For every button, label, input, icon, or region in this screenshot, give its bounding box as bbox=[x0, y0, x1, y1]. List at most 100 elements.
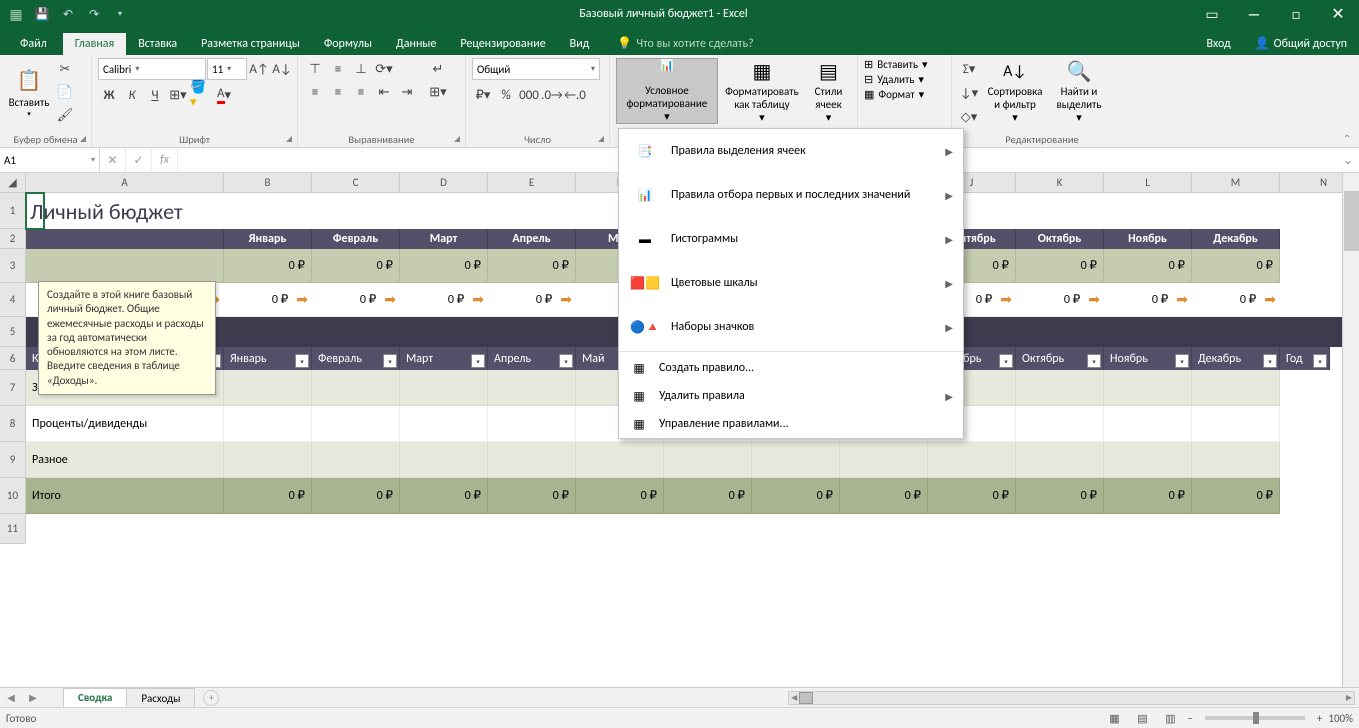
zoom-level[interactable]: 100% bbox=[1328, 712, 1353, 725]
conditional-formatting-button[interactable]: 📊 Условное форматирование▾ bbox=[616, 58, 718, 124]
tab-formulas[interactable]: Формулы bbox=[312, 33, 384, 55]
column-header[interactable]: E bbox=[488, 173, 576, 193]
zoom-out-button[interactable]: − bbox=[1187, 712, 1192, 725]
wrap-text-button[interactable]: ↵ bbox=[424, 58, 452, 80]
font-launcher[interactable]: ◢ bbox=[283, 134, 295, 146]
filter-button[interactable]: ▾ bbox=[295, 354, 309, 368]
comma-button[interactable]: 000 bbox=[518, 84, 540, 106]
paste-button[interactable]: 📋 Вставить ▾ bbox=[6, 58, 52, 124]
tell-me-search[interactable]: 💡 Что вы хотите сделать? bbox=[617, 36, 753, 55]
sign-in-link[interactable]: Вход bbox=[1194, 33, 1242, 55]
font-color-button[interactable]: A▾ bbox=[213, 84, 235, 106]
redo-button[interactable]: ↷ bbox=[82, 2, 106, 26]
horizontal-scrollbar[interactable]: ◀ ▶ bbox=[788, 691, 1355, 705]
autosum-button[interactable]: Σ▾ bbox=[958, 58, 980, 80]
sheet-tab-summary[interactable]: Сводка bbox=[63, 688, 127, 708]
align-top-button[interactable]: ⊤ bbox=[304, 58, 326, 80]
fill-color-button[interactable]: 🪣▾ bbox=[190, 84, 212, 106]
ribbon-display-options[interactable]: ▭ bbox=[1195, 0, 1229, 28]
italic-button[interactable]: К bbox=[121, 84, 143, 106]
minimize-button[interactable]: — bbox=[1237, 0, 1271, 28]
clipboard-launcher[interactable]: ◢ bbox=[77, 134, 89, 146]
increase-decimal-button[interactable]: .0→ bbox=[541, 84, 563, 106]
collapse-ribbon-button[interactable]: ⌃ bbox=[1339, 131, 1355, 145]
fill-button[interactable]: ↓▾ bbox=[958, 82, 980, 104]
filter-button[interactable]: ▾ bbox=[383, 354, 397, 368]
format-as-table-button[interactable]: ▦ Форматировать как таблицу▾ bbox=[720, 58, 804, 124]
save-button[interactable]: 💾 bbox=[30, 2, 54, 26]
filter-button[interactable]: ▾ bbox=[1087, 354, 1101, 368]
category-cell[interactable]: Проценты/дивиденды bbox=[26, 406, 224, 442]
currency-button[interactable]: ₽▾ bbox=[472, 84, 494, 106]
clear-button[interactable]: ◇▾ bbox=[958, 106, 980, 128]
name-box[interactable]: ▾ bbox=[0, 148, 100, 172]
align-right-button[interactable]: ≡ bbox=[350, 81, 372, 103]
new-sheet-button[interactable]: + bbox=[203, 690, 219, 706]
align-center-button[interactable]: ≡ bbox=[327, 81, 349, 103]
align-bottom-button[interactable]: ⊥ bbox=[350, 58, 372, 80]
tab-insert[interactable]: Вставка bbox=[126, 33, 189, 55]
column-header[interactable]: K bbox=[1016, 173, 1104, 193]
zoom-in-button[interactable]: + bbox=[1317, 712, 1322, 725]
customize-qat-button[interactable]: ▾ bbox=[108, 2, 132, 26]
menu-icon-sets[interactable]: 🔵🔺 Наборы значков ▶ bbox=[619, 305, 963, 349]
view-normal-button[interactable]: ▦ bbox=[1103, 709, 1125, 727]
number-launcher[interactable]: ◢ bbox=[595, 134, 607, 146]
name-box-input[interactable] bbox=[4, 154, 64, 167]
menu-new-rule[interactable]: ▦ Создать правило... bbox=[619, 354, 963, 382]
view-page-layout-button[interactable]: ▤ bbox=[1131, 709, 1153, 727]
decrease-indent-button[interactable]: ⇤ bbox=[373, 81, 395, 103]
filter-button[interactable]: ▾ bbox=[1263, 354, 1277, 368]
decrease-decimal-button[interactable]: ←.0 bbox=[564, 84, 586, 106]
expand-formula-bar-button[interactable]: ⌄ bbox=[1337, 148, 1359, 172]
enter-formula-button[interactable]: ✓ bbox=[126, 148, 152, 172]
menu-data-bars[interactable]: ▬ Гистограммы ▶ bbox=[619, 217, 963, 261]
bold-button[interactable]: Ж bbox=[98, 84, 120, 106]
column-header[interactable]: L bbox=[1104, 173, 1192, 193]
menu-clear-rules[interactable]: ▦ Удалить правила ▶ bbox=[619, 382, 963, 410]
filter-button[interactable]: ▾ bbox=[1175, 354, 1189, 368]
maximize-button[interactable]: □ bbox=[1279, 0, 1313, 28]
format-cells-button[interactable]: ▦ Формат ▾ bbox=[864, 88, 928, 101]
sort-filter-button[interactable]: A↓ Сортировка и фильтр▾ bbox=[984, 58, 1046, 124]
font-size-combo[interactable]: 11▾ bbox=[207, 58, 247, 80]
tab-home[interactable]: Главная bbox=[63, 33, 126, 55]
orientation-button[interactable]: ⟳▾ bbox=[373, 58, 395, 80]
cancel-formula-button[interactable]: ✕ bbox=[100, 148, 126, 172]
column-header[interactable]: B bbox=[224, 173, 312, 193]
tab-file[interactable]: Файл bbox=[4, 33, 63, 55]
menu-top-bottom-rules[interactable]: 📊 Правила отбора первых и последних знач… bbox=[619, 173, 963, 217]
decrease-font-button[interactable]: A↓ bbox=[271, 58, 293, 80]
percent-button[interactable]: % bbox=[495, 84, 517, 106]
tab-page-layout[interactable]: Разметка страницы bbox=[189, 33, 312, 55]
increase-font-button[interactable]: A↑ bbox=[248, 58, 270, 80]
increase-indent-button[interactable]: ⇥ bbox=[396, 81, 418, 103]
tab-view[interactable]: Вид bbox=[558, 33, 602, 55]
view-page-break-button[interactable]: ▥ bbox=[1159, 709, 1181, 727]
undo-button[interactable]: ↶ bbox=[56, 2, 80, 26]
font-name-combo[interactable]: Calibri▾ bbox=[98, 58, 206, 80]
cell-styles-button[interactable]: ▤ Стили ячеек▾ bbox=[806, 58, 851, 124]
filter-button[interactable]: ▾ bbox=[999, 354, 1013, 368]
number-format-combo[interactable]: Общий▾ bbox=[472, 58, 600, 80]
sheet-nav-prev[interactable]: ◀ bbox=[0, 688, 22, 708]
delete-cells-button[interactable]: ⊟ Удалить ▾ bbox=[864, 73, 928, 86]
format-painter-button[interactable]: 🖌 bbox=[54, 104, 76, 126]
tab-data[interactable]: Данные bbox=[384, 33, 448, 55]
filter-button[interactable]: ▾ bbox=[559, 354, 573, 368]
close-button[interactable]: ✕ bbox=[1321, 0, 1355, 28]
align-middle-button[interactable]: ≡ bbox=[327, 58, 349, 80]
column-header[interactable]: M bbox=[1192, 173, 1280, 193]
filter-button[interactable]: ▾ bbox=[471, 354, 485, 368]
merge-center-button[interactable]: ⊞▾ bbox=[424, 81, 452, 103]
column-header[interactable]: D bbox=[400, 173, 488, 193]
category-cell[interactable]: Итого bbox=[26, 478, 224, 514]
column-header[interactable]: C bbox=[312, 173, 400, 193]
menu-highlight-cells-rules[interactable]: 📑 Правила выделения ячеек ▶ bbox=[619, 129, 963, 173]
sheet-nav-next[interactable]: ▶ bbox=[22, 688, 44, 708]
tab-review[interactable]: Рецензирование bbox=[448, 33, 557, 55]
find-select-button[interactable]: 🔍 Найти и выделить▾ bbox=[1050, 58, 1108, 124]
column-header[interactable]: A bbox=[26, 173, 224, 193]
copy-button[interactable]: 📄 bbox=[54, 81, 76, 103]
align-left-button[interactable]: ≡ bbox=[304, 81, 326, 103]
